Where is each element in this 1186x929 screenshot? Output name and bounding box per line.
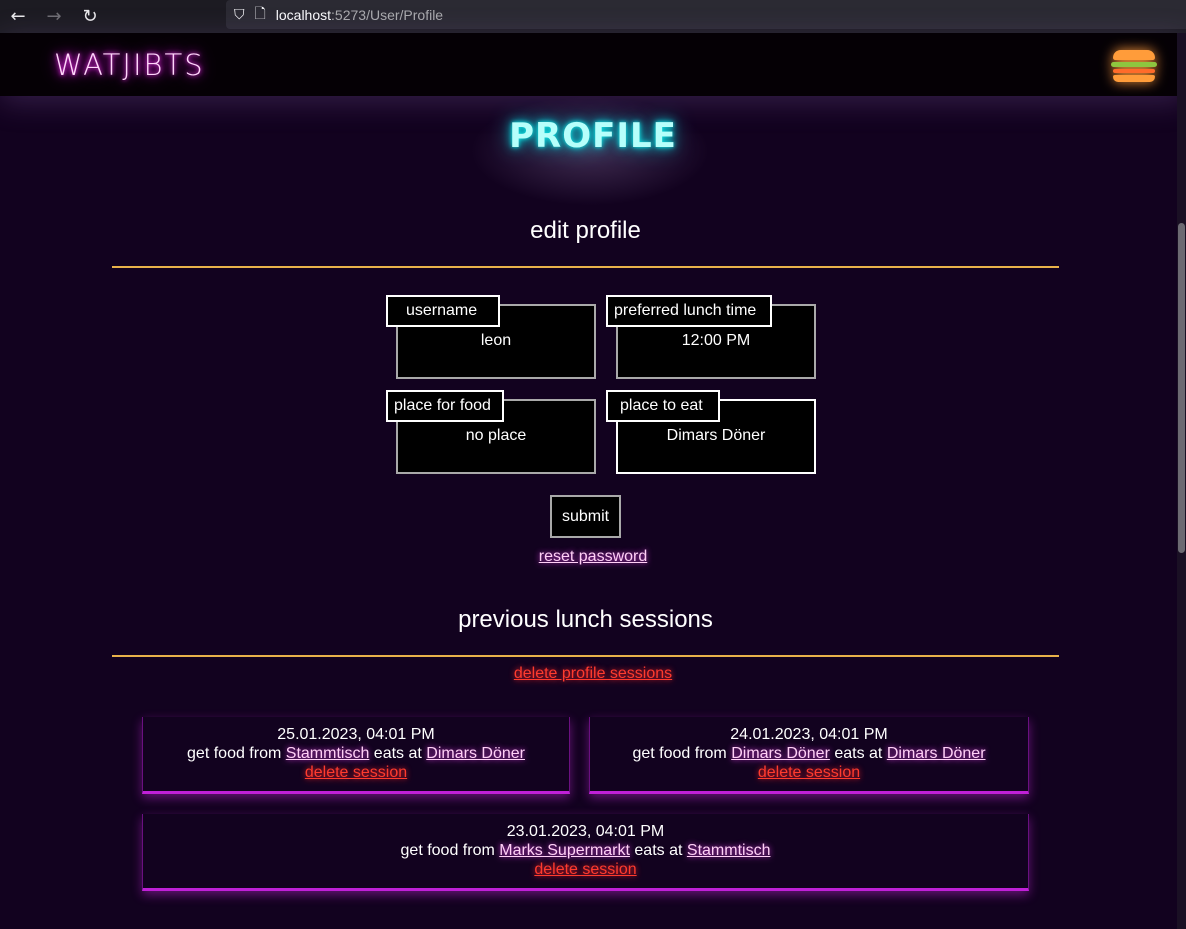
place-for-food-field[interactable]: no place place for food xyxy=(386,390,596,474)
session-card: 24.01.2023, 04:01 PM get food from Dimar… xyxy=(589,717,1029,794)
scrollbar-thumb[interactable] xyxy=(1178,223,1185,553)
brand-logo[interactable]: WATJIBTS xyxy=(54,48,205,82)
session-summary: get food from Stammtisch eats at Dimars … xyxy=(143,744,569,763)
food-place-link[interactable]: Stammtisch xyxy=(286,745,370,762)
eat-place-link[interactable]: Dimars Döner xyxy=(426,745,525,762)
burger-menu-icon[interactable] xyxy=(1111,50,1157,82)
session-card: 25.01.2023, 04:01 PM get food from Stamm… xyxy=(142,717,570,794)
username-label: username xyxy=(386,295,500,327)
food-place-link[interactable]: Marks Supermarkt xyxy=(499,842,630,859)
lunch-time-label: preferred lunch time xyxy=(606,295,772,327)
sessions-divider xyxy=(112,655,1059,657)
url-host: localhost xyxy=(275,6,332,23)
shield-icon[interactable]: ⛉ xyxy=(234,7,245,23)
eat-prefix: eats at xyxy=(373,745,422,762)
scrollbar[interactable] xyxy=(1177,33,1186,929)
back-arrow-icon[interactable]: ← xyxy=(0,3,36,31)
session-date: 23.01.2023, 04:01 PM xyxy=(506,823,665,840)
eat-place-link[interactable]: Stammtisch xyxy=(687,842,771,859)
app-header: WATJIBTS xyxy=(0,33,1186,96)
delete-session-link[interactable]: delete session xyxy=(534,861,636,878)
eat-prefix: eats at xyxy=(834,745,883,762)
sessions-heading: previous lunch sessions xyxy=(458,606,713,633)
session-summary: get food from Marks Supermarkt eats at S… xyxy=(143,841,1028,860)
delete-session-link[interactable]: delete session xyxy=(305,764,407,781)
place-to-eat-label: place to eat xyxy=(606,390,720,422)
eat-prefix: eats at xyxy=(634,842,683,859)
edit-profile-divider xyxy=(112,266,1059,268)
page-title: PROFILE xyxy=(509,116,677,156)
reset-password-row: reset password xyxy=(0,548,1186,566)
reset-password-link[interactable]: reset password xyxy=(539,548,648,565)
forward-arrow-icon[interactable]: → xyxy=(36,3,72,31)
address-bar[interactable]: ⛉ 🗋 localhost:5273/User/Profile xyxy=(226,0,1186,29)
session-summary: get food from Dimars Döner eats at Dimar… xyxy=(590,744,1028,763)
eat-place-link[interactable]: Dimars Döner xyxy=(887,745,986,762)
reload-icon[interactable]: ↻ xyxy=(72,3,108,31)
url-path: :5273/User/Profile xyxy=(331,6,444,23)
delete-session-link[interactable]: delete session xyxy=(758,764,860,781)
username-field[interactable]: leon username xyxy=(386,295,596,379)
delete-profile-sessions-row: delete profile sessions xyxy=(0,665,1186,683)
place-to-eat-field[interactable]: Dimars Döner place to eat xyxy=(606,390,816,474)
submit-button[interactable]: submit xyxy=(550,495,621,538)
food-prefix: get food from xyxy=(632,745,727,762)
food-prefix: get food from xyxy=(187,745,282,762)
food-place-link[interactable]: Dimars Döner xyxy=(731,745,830,762)
delete-profile-sessions-link[interactable]: delete profile sessions xyxy=(514,665,672,682)
session-card: 23.01.2023, 04:01 PM get food from Marks… xyxy=(142,814,1029,891)
food-prefix: get food from xyxy=(400,842,495,859)
page-icon: 🗋 xyxy=(254,5,266,22)
place-for-food-label: place for food xyxy=(386,390,504,422)
session-date: 24.01.2023, 04:01 PM xyxy=(730,726,888,743)
browser-toolbar: ← → ↻ ⛉ 🗋 localhost:5273/User/Profile xyxy=(0,0,1186,33)
lunch-time-field[interactable]: 12:00 PM preferred lunch time xyxy=(606,295,816,379)
session-date: 25.01.2023, 04:01 PM xyxy=(277,726,435,743)
edit-profile-heading: edit profile xyxy=(530,217,641,244)
